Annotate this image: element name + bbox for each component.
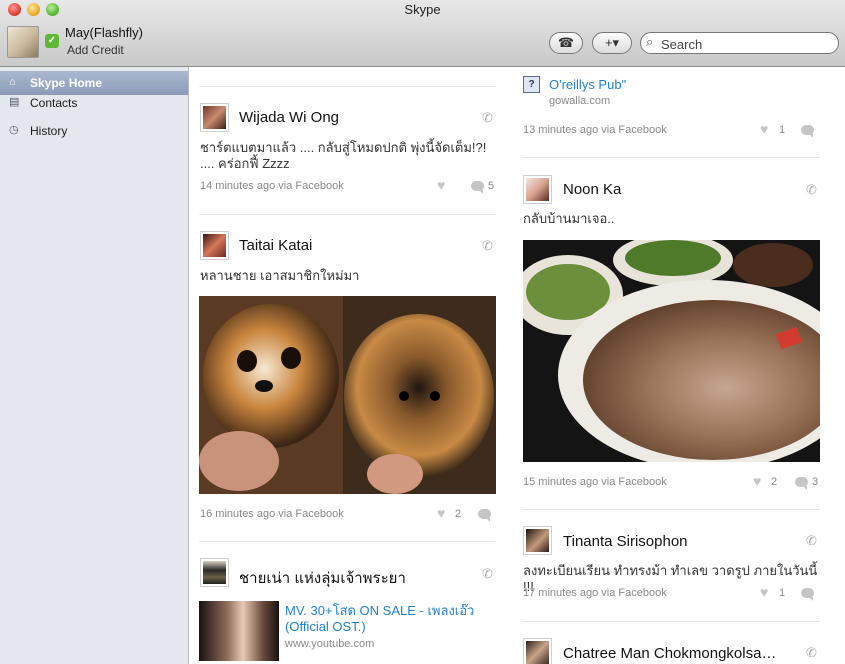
video-thumbnail[interactable]: [199, 601, 279, 661]
sidebar-item-contacts[interactable]: ▤ Contacts: [0, 91, 188, 115]
link-title[interactable]: O'reillys Pub": [549, 77, 626, 93]
contact-avatar[interactable]: [200, 103, 229, 132]
online-status-icon[interactable]: ✓: [45, 34, 59, 48]
dialpad-button[interactable]: ☎: [549, 32, 583, 54]
divider: [199, 214, 495, 215]
comment-bubble-icon[interactable]: [801, 125, 814, 138]
two-puppies-photo[interactable]: [199, 296, 496, 494]
add-menu-button[interactable]: +▾: [592, 32, 632, 54]
comment-bubble-icon[interactable]: [795, 477, 808, 490]
contact-avatar[interactable]: [523, 638, 552, 664]
post-timestamp: 14 minutes ago via Facebook: [200, 180, 344, 192]
divider: [199, 86, 495, 87]
comment-bubble-icon[interactable]: [471, 181, 484, 194]
place-question-icon: ?: [523, 76, 540, 93]
comment-count: 3: [812, 476, 819, 488]
like-count: 2: [771, 476, 778, 488]
post-text: กลับบ้านมาเจอ..: [523, 211, 615, 226]
link-title[interactable]: MV. 30+โสด ON SALE - เพลงเอ๊ว (Official …: [285, 603, 485, 635]
post-text: ชาร์ตแบตมาแล้ว .... กลับสู่โหมดปกติ พุ่ง…: [200, 140, 487, 171]
like-count: 2: [455, 508, 462, 520]
contact-avatar[interactable]: [523, 175, 552, 204]
contact-avatar[interactable]: [523, 526, 552, 555]
contacts-book-icon: ▤: [9, 96, 20, 108]
like-heart-icon[interactable]: ♥: [753, 473, 761, 489]
sidebar-item-history[interactable]: ◷ History: [0, 119, 188, 143]
sidebar-item-label: Skype Home: [30, 76, 103, 90]
search-input[interactable]: [659, 35, 833, 53]
dialpad-icon: ☎: [557, 35, 575, 50]
post-text: หลานชาย เอาสมาชิกใหม่มา: [200, 268, 360, 283]
my-avatar[interactable]: [7, 26, 39, 58]
call-icon[interactable]: ✆: [482, 110, 493, 126]
sidebar: ⌂ Skype Home ▤ Contacts ◷ History: [0, 67, 189, 664]
comment-bubble-icon[interactable]: [478, 509, 491, 522]
link-domain: gowalla.com: [549, 95, 611, 107]
post-timestamp: 17 minutes ago via Facebook: [523, 587, 667, 599]
contact-avatar[interactable]: [200, 558, 229, 587]
activity-feed: Wijada Wi Ong ✆ ชาร์ตแบตมาแล้ว .... กลับ…: [189, 67, 845, 664]
divider: [199, 541, 495, 542]
sidebar-item-label: History: [30, 124, 68, 138]
post-timestamp: 15 minutes ago via Facebook: [523, 476, 667, 488]
call-icon[interactable]: ✆: [806, 645, 817, 661]
like-heart-icon[interactable]: ♥: [437, 177, 445, 193]
my-display-name[interactable]: May(Flashfly): [65, 25, 143, 40]
search-field[interactable]: ⌕: [640, 32, 839, 54]
call-icon[interactable]: ✆: [482, 238, 493, 254]
comment-count: 5: [488, 180, 495, 192]
contact-name[interactable]: Wijada Wi Ong: [239, 109, 339, 126]
contact-name[interactable]: Chatree Man Chokmongkolsa…: [563, 645, 776, 662]
contact-name[interactable]: Noon Ka: [563, 181, 621, 198]
contact-name[interactable]: ชายเน่า แห่งลุ่มเจ้าพระยา: [239, 566, 406, 590]
like-count: 1: [779, 587, 786, 599]
call-icon[interactable]: ✆: [806, 533, 817, 549]
title-bar: Skype ✓ May(Flashfly) Add Credit ☎ +▾ ⌕: [0, 0, 845, 67]
clock-icon: ◷: [9, 124, 19, 136]
comment-bubble-icon[interactable]: [801, 588, 814, 601]
sidebar-item-label: Contacts: [30, 96, 78, 110]
grilled-pork-photo[interactable]: [523, 240, 820, 462]
add-credit-link[interactable]: Add Credit: [67, 43, 124, 57]
window-title: Skype: [404, 2, 441, 17]
like-count: 1: [779, 124, 786, 136]
post-timestamp: 13 minutes ago via Facebook: [523, 124, 667, 136]
divider: [523, 509, 820, 510]
like-heart-icon[interactable]: ♥: [760, 121, 768, 137]
search-icon: ⌕: [646, 34, 654, 49]
divider: [523, 157, 820, 158]
link-domain: www.youtube.com: [285, 638, 375, 650]
call-icon[interactable]: ✆: [482, 566, 493, 582]
home-icon: ⌂: [9, 76, 16, 88]
skype-window: Skype ✓ May(Flashfly) Add Credit ☎ +▾ ⌕ …: [0, 0, 845, 664]
post-timestamp: 16 minutes ago via Facebook: [200, 508, 344, 520]
contact-name[interactable]: Taitai Katai: [239, 237, 312, 254]
contact-avatar[interactable]: [200, 231, 229, 260]
divider: [523, 621, 820, 622]
contact-name[interactable]: Tinanta Sirisophon: [563, 533, 688, 550]
like-heart-icon[interactable]: ♥: [437, 505, 445, 521]
call-icon[interactable]: ✆: [806, 182, 817, 198]
like-heart-icon[interactable]: ♥: [760, 584, 768, 600]
